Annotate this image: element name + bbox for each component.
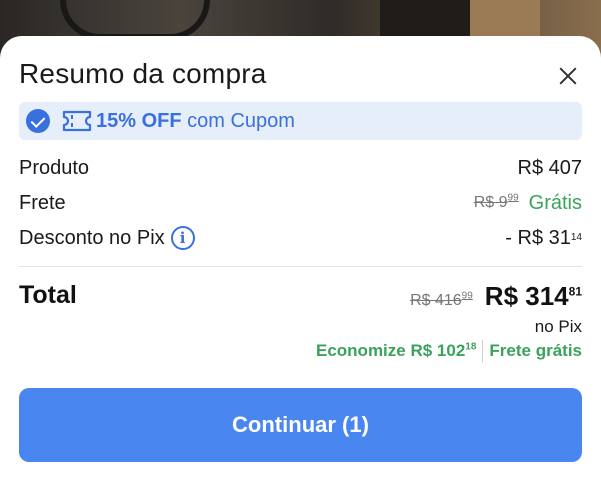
savings-int: Economize R$ 102	[316, 341, 466, 360]
savings-text: Economize R$ 10218	[316, 341, 476, 361]
info-icon[interactable]: i	[170, 226, 195, 250]
pix-discount-int: - R$ 31	[505, 226, 571, 249]
savings-line: Economize R$ 10218 Frete grátis	[316, 340, 582, 362]
total-prices: R$ 41699 R$ 31481	[410, 281, 582, 312]
shipping-free: Grátis	[528, 191, 582, 214]
total-label: Total	[19, 281, 77, 309]
ticket-icon	[62, 110, 92, 132]
separator	[482, 340, 484, 362]
pix-discount-row: Desconto no Pix i - R$ 31 14	[19, 223, 582, 253]
product-label: Produto	[19, 156, 90, 179]
shipping-row: Frete R$ 999 Grátis	[19, 188, 582, 218]
check-circle-icon	[26, 109, 50, 133]
payment-method: no Pix	[534, 317, 582, 336]
product-row: Produto R$ 407	[19, 153, 582, 183]
pix-discount-label-group: Desconto no Pix i	[19, 226, 195, 250]
total-old-price: R$ 41699	[410, 290, 473, 310]
total-main-cents: 81	[568, 284, 582, 299]
total-old-cents: 99	[461, 290, 473, 302]
divider	[19, 266, 582, 267]
shipping-old-cents: 99	[507, 192, 519, 204]
close-icon[interactable]	[554, 62, 582, 90]
total-price: R$ 31481	[485, 281, 582, 312]
coupon-text: 15% OFF com Cupom	[96, 110, 295, 133]
continue-button[interactable]: Continuar (1)	[19, 388, 582, 462]
shipping-value: R$ 999 Grátis	[474, 192, 582, 215]
sheet-title: Resumo da compra	[19, 58, 267, 89]
coupon-label: com Cupom	[187, 109, 295, 132]
purchase-summary-sheet: Resumo da compra 15% OFF com Cupom Produ…	[0, 36, 601, 500]
product-value: R$ 407	[517, 156, 583, 179]
free-shipping-text: Frete grátis	[489, 341, 582, 360]
total-main-int: R$ 314	[484, 281, 569, 311]
pix-discount-value: - R$ 31 14	[505, 226, 582, 249]
background-shape	[60, 0, 210, 40]
coupon-discount: 15% OFF	[96, 109, 182, 132]
coupon-banner: 15% OFF com Cupom	[19, 102, 582, 140]
pix-discount-label: Desconto no Pix	[19, 226, 165, 249]
savings-cents: 18	[465, 341, 477, 353]
shipping-old-price: R$ 999	[473, 192, 519, 212]
shipping-old-int: R$ 9	[473, 194, 508, 211]
total-old-int: R$ 416	[410, 292, 462, 309]
sheet-header: Resumo da compra	[19, 58, 582, 94]
background-shape	[380, 0, 470, 40]
shipping-label: Frete	[19, 191, 66, 214]
